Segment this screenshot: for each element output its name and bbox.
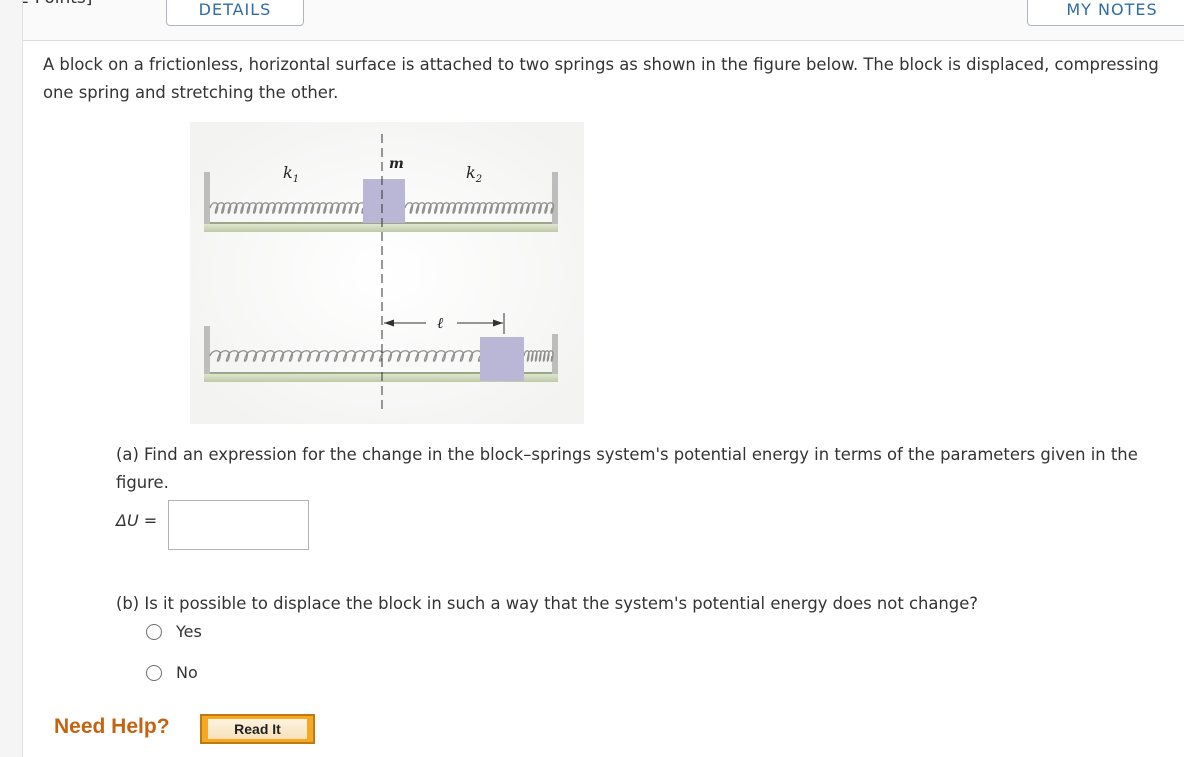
option-yes[interactable]: Yes [146, 622, 202, 641]
need-help-label: Need Help? [54, 715, 170, 738]
floor-top [204, 224, 558, 232]
mass-label: m [389, 156, 404, 172]
spring-block-figure: k1 m k2 ℓ [190, 122, 584, 424]
delta-u-label: ΔU = [116, 511, 158, 530]
figure-svg: k1 m k2 ℓ [190, 122, 584, 424]
right-wall-top [552, 172, 558, 228]
block-displaced [480, 337, 524, 381]
left-gutter [0, 0, 23, 757]
part-b-question: (b) Is it possible to displace the block… [116, 594, 978, 613]
left-wall-top [204, 172, 210, 228]
details-button[interactable]: DETAILS [166, 0, 304, 26]
option-yes-label: Yes [176, 622, 202, 641]
radio-yes[interactable] [146, 623, 162, 640]
block-equilibrium [363, 179, 405, 223]
top-band: [-/2 Points] DETAILS MY NOTES [0, 0, 1184, 41]
read-it-button[interactable]: Read It [200, 714, 315, 744]
left-wall-bottom [204, 326, 210, 376]
part-a-question: (a) Find an expression for the change in… [116, 445, 1138, 492]
option-no[interactable]: No [146, 663, 198, 682]
displacement-label: ℓ [437, 314, 443, 332]
delta-u-answer-input[interactable] [168, 500, 309, 550]
my-notes-button[interactable]: MY NOTES [1027, 0, 1184, 26]
problem-statement: A block on a frictionless, horizontal su… [43, 55, 1159, 102]
read-it-label: Read It [208, 719, 307, 739]
radio-no[interactable] [146, 664, 162, 681]
option-no-label: No [176, 663, 198, 682]
